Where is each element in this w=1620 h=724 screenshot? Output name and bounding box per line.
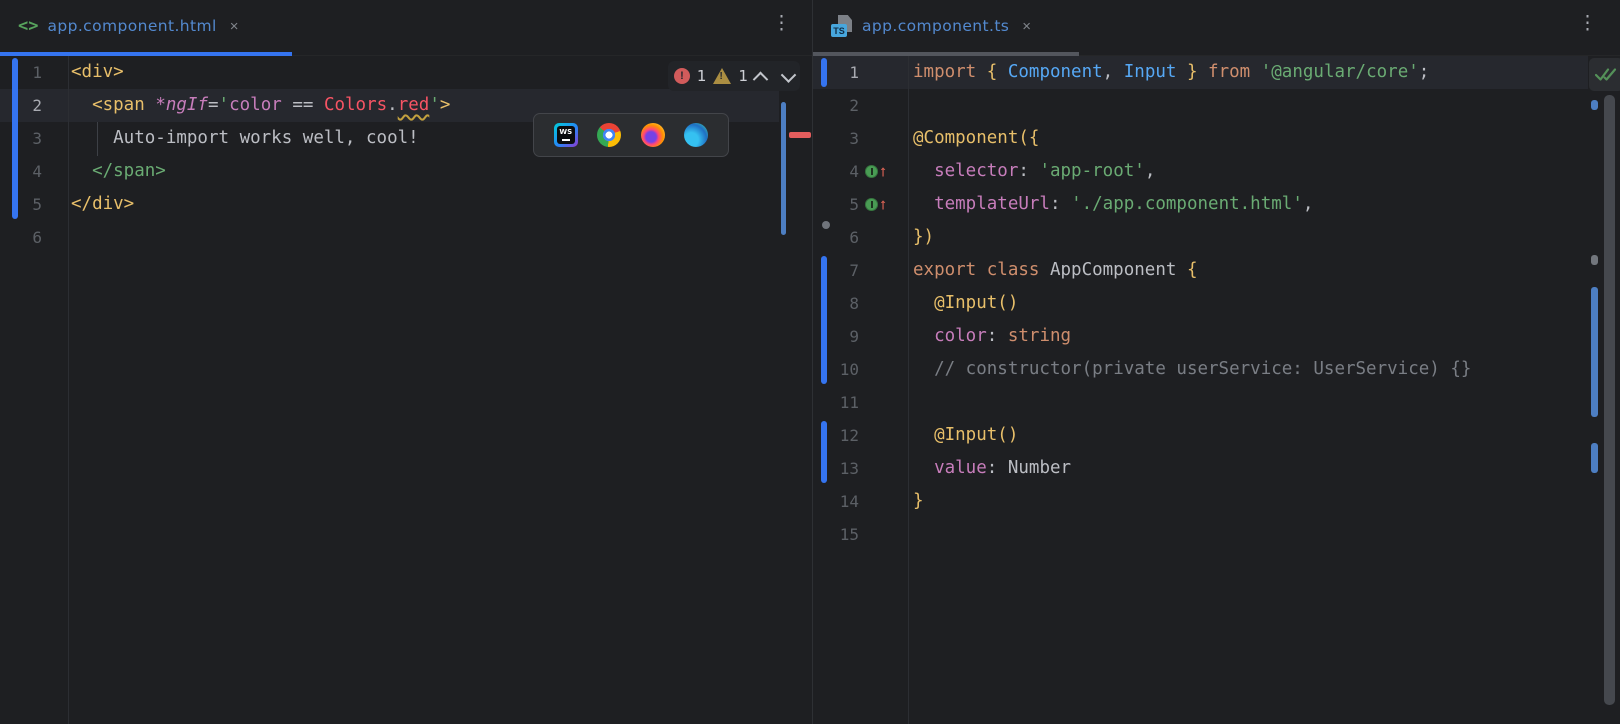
code-line: templateUrl: './app.component.html', (934, 194, 1314, 214)
code-line: <div> (71, 62, 124, 82)
tab-app-component-ts[interactable]: TS app.component.ts × (813, 0, 1079, 56)
angular-input-gutter-icon[interactable]: ↑ (865, 164, 887, 179)
indent-guide (97, 122, 98, 156)
line-number: 10 (839, 360, 859, 379)
line-number: 4 ↑ (849, 162, 887, 181)
next-problem-chevron-icon[interactable] (780, 66, 797, 83)
line-number: 3 (849, 129, 859, 148)
line-number: 8 (849, 294, 859, 313)
line-number: 3 (32, 129, 42, 148)
inspections-widget[interactable]: 1 1 (667, 61, 800, 91)
stripe-change-mark (1591, 100, 1598, 110)
chrome-browser-icon[interactable] (597, 123, 622, 147)
line-number: 2 (849, 96, 859, 115)
close-tab-icon[interactable]: × (230, 19, 239, 34)
open-in-browser-toolbar: WS (533, 113, 729, 157)
code-editor-html[interactable]: <div> <span *ngIf='color == Colors.red'>… (71, 56, 450, 254)
change-marker-bar (821, 58, 827, 87)
line-number: 5 ↑ (849, 195, 887, 214)
stripe-change-mark (781, 102, 786, 235)
gutter-right: 1 2 3 4 ↑ 5 ↑ 6 7 8 9 10 11 12 13 14 15 (813, 56, 909, 724)
stripe-change-mark (1591, 287, 1598, 417)
code-line: @Component({ (913, 128, 1040, 148)
previous-problem-chevron-icon[interactable] (752, 71, 769, 87)
change-marker-bar (821, 421, 827, 483)
change-marker-bar (821, 256, 827, 384)
code-line: selector: 'app-root', (934, 161, 1156, 181)
line-number: 5 (32, 195, 42, 214)
tab-app-component-html[interactable]: <> app.component.html × (0, 0, 292, 56)
ide-window: <> app.component.html × ⋮ 123456 <div> <… (0, 0, 1620, 724)
gutter-gray-dot (822, 221, 830, 229)
stripe-dim-mark (1591, 255, 1598, 265)
tab-label: app.component.ts (862, 17, 1010, 35)
editor-pane-ts: TS app.component.ts × ⋮ 1 2 3 4 ↑ 5 ↑ 6 7 8 9 10 11 1… (812, 0, 1620, 724)
code-line: // constructor(private userService: User… (934, 359, 1472, 379)
webstorm-browser-icon[interactable]: WS (553, 123, 578, 147)
firefox-browser-icon[interactable] (640, 123, 665, 147)
edge-browser-icon[interactable] (684, 123, 709, 147)
line-number: 6 (32, 228, 42, 247)
code-line: value: Number (934, 458, 1072, 478)
change-marker-bar (12, 58, 18, 219)
code-line: export class AppComponent { (913, 260, 1198, 280)
line-number: 1 (32, 63, 42, 82)
code-line: <span *ngIf='color == Colors.red'> (92, 95, 451, 115)
warning-icon (713, 68, 732, 84)
error-icon (673, 68, 690, 84)
code-line: }) (913, 227, 935, 247)
code-line: </div> (71, 194, 135, 214)
line-number: 13 (839, 459, 859, 478)
editor-options-kebab-icon[interactable]: ⋮ (772, 13, 791, 35)
warning-count: 1 (738, 67, 748, 85)
line-number: 14 (839, 492, 859, 511)
close-tab-icon[interactable]: × (1022, 19, 1031, 34)
line-number: 7 (849, 261, 859, 280)
line-number: 11 (839, 393, 859, 412)
tab-bar-right: TS app.component.ts × ⋮ (813, 0, 1620, 56)
line-number: 4 (32, 162, 42, 181)
stripe-change-mark (1591, 443, 1598, 473)
editor-pane-html: <> app.component.html × ⋮ 1 2 3 4 5 6 <div> <… (0, 0, 812, 724)
code-line: color: string (934, 326, 1072, 346)
line-number: 9 (849, 327, 859, 346)
code-line: @Input() (934, 425, 1019, 445)
editor-options-kebab-icon[interactable]: ⋮ (1578, 13, 1597, 35)
code-editor-ts[interactable]: import { Component, Input } from '@angul… (913, 56, 1471, 551)
tab-bar-left: <> app.component.html × ⋮ (0, 0, 812, 56)
code-line: } (913, 491, 924, 511)
typescript-file-icon: TS (831, 15, 853, 37)
line-number: 15 (839, 525, 859, 544)
line-number: 2 (32, 96, 42, 115)
inspections-ok-widget[interactable] (1589, 58, 1620, 91)
vertical-scrollbar-thumb[interactable] (1604, 95, 1615, 705)
error-count: 1 (696, 67, 707, 85)
no-problems-double-check-icon (1595, 68, 1617, 81)
angular-input-gutter-icon[interactable]: ↑ (865, 197, 887, 212)
code-line: </span> (92, 161, 166, 181)
code-line: import { Component, Input } from '@angul… (913, 62, 1430, 82)
tab-label: app.component.html (47, 17, 217, 35)
stripe-error-mark (789, 132, 811, 138)
gutter-left: 1 2 3 4 5 6 (0, 56, 69, 724)
code-line: @Input() (934, 293, 1019, 313)
html-file-icon: <> (18, 15, 39, 36)
line-number: 12 (839, 426, 859, 445)
code-line: Auto-import works well, cool! (71, 128, 419, 148)
line-number: 1 (849, 63, 859, 82)
